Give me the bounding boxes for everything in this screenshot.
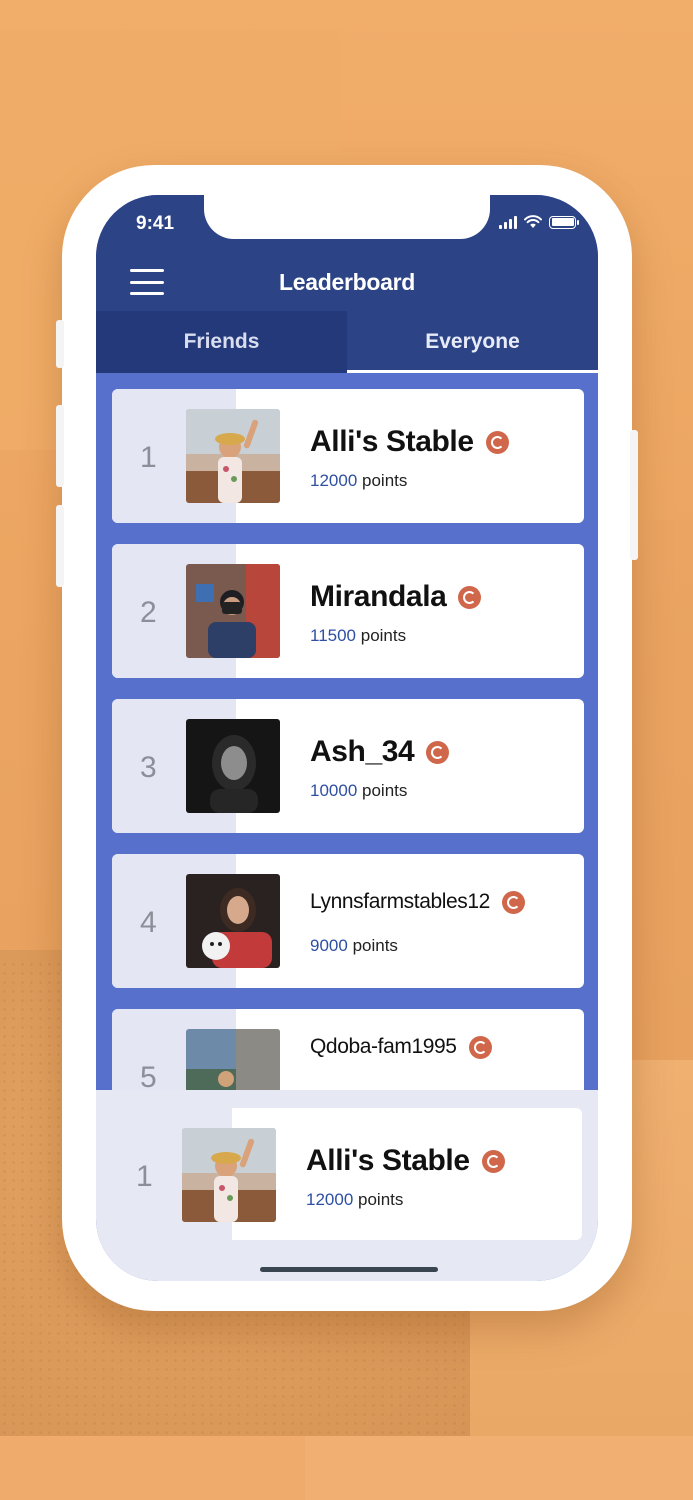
points-label: points xyxy=(360,626,407,645)
notch xyxy=(204,195,490,239)
player-name: Alli's Stable xyxy=(306,1144,470,1177)
app-header: Leaderboard xyxy=(96,255,598,311)
power-button xyxy=(630,430,638,560)
player-name: Mirandala xyxy=(310,580,447,613)
points-value: 11500 xyxy=(310,626,357,645)
page-title: Leaderboard xyxy=(278,269,415,295)
avatar-photo xyxy=(186,719,280,813)
leaderboard-row[interactable]: 3 Ash_34 10000 points xyxy=(112,699,584,833)
avatar-photo xyxy=(182,1128,276,1222)
phone-frame: 9:41 Leaderboard Friends Everyone 1 Alli… xyxy=(56,165,638,1311)
player-name: Alli's Stable xyxy=(310,425,474,458)
points: 11500 points xyxy=(310,626,406,646)
leaderboard-row[interactable]: 1 Alli's Stable 12000 points xyxy=(112,389,584,523)
status-icons xyxy=(499,215,579,229)
player-name: Lynnsfarmstables12 xyxy=(310,890,490,913)
rank-number: 1 xyxy=(140,441,157,474)
volume-down-button xyxy=(56,505,64,587)
avatar-photo xyxy=(186,409,280,503)
points-label: points xyxy=(362,781,408,800)
battery-icon xyxy=(549,215,579,229)
mute-switch xyxy=(56,320,64,368)
app-screen: 9:41 Leaderboard Friends Everyone 1 Alli… xyxy=(96,195,598,1281)
horseshoe-badge-icon xyxy=(485,430,509,454)
avatar xyxy=(186,874,280,968)
points: 10000 points xyxy=(310,781,407,801)
home-indicator[interactable] xyxy=(260,1267,438,1272)
rank-number: 4 xyxy=(140,906,157,939)
avatar xyxy=(182,1128,276,1222)
status-time: 9:41 xyxy=(136,213,175,234)
volume-up-button xyxy=(56,405,64,487)
background-bottom xyxy=(0,1436,305,1500)
current-user-row[interactable]: 1 Alli's Stable 12000 points xyxy=(108,1108,582,1240)
points-label: points xyxy=(352,936,398,955)
player-name: Qdoba-fam1995 xyxy=(310,1035,457,1058)
leaderboard-row[interactable]: 4 Lynnsfarmstables12 9000 points xyxy=(112,854,584,988)
avatar xyxy=(186,564,280,658)
horseshoe-badge-icon xyxy=(501,890,525,914)
cellular-signal-icon xyxy=(499,215,517,229)
horseshoe-badge-icon xyxy=(426,740,450,764)
points: 12000 points xyxy=(310,471,407,491)
current-user-panel: 1 Alli's Stable 12000 points xyxy=(96,1090,598,1281)
points: 9000 points xyxy=(310,936,398,956)
points-value: 10000 xyxy=(310,781,358,800)
points: 12000 points xyxy=(306,1190,403,1210)
status-bar: 9:41 xyxy=(96,195,598,255)
points-value: 12000 xyxy=(306,1190,354,1209)
tab-friends[interactable]: Friends xyxy=(96,311,347,373)
points-value: 9000 xyxy=(310,936,348,955)
rank-number: 2 xyxy=(140,596,157,629)
avatar-photo xyxy=(186,874,280,968)
horseshoe-badge-icon xyxy=(468,1035,492,1059)
rank-number: 1 xyxy=(136,1160,153,1193)
leaderboard-list: 1 Alli's Stable 12000 points 2 Mirandala… xyxy=(96,373,598,1143)
points-label: points xyxy=(358,1190,404,1209)
avatar xyxy=(186,719,280,813)
avatar-photo xyxy=(186,564,280,658)
leaderboard-row[interactable]: 2 Mirandala 11500 points xyxy=(112,544,584,678)
horseshoe-badge-icon xyxy=(458,585,482,609)
player-name: Ash_34 xyxy=(310,735,415,768)
points-value: 12000 xyxy=(310,471,358,490)
wifi-icon xyxy=(524,215,542,228)
points-label: points xyxy=(362,471,408,490)
tab-bar: Friends Everyone xyxy=(96,311,598,373)
rank-number: 3 xyxy=(140,751,157,784)
avatar xyxy=(186,409,280,503)
tab-everyone[interactable]: Everyone xyxy=(347,311,598,373)
horseshoe-badge-icon xyxy=(481,1149,505,1173)
